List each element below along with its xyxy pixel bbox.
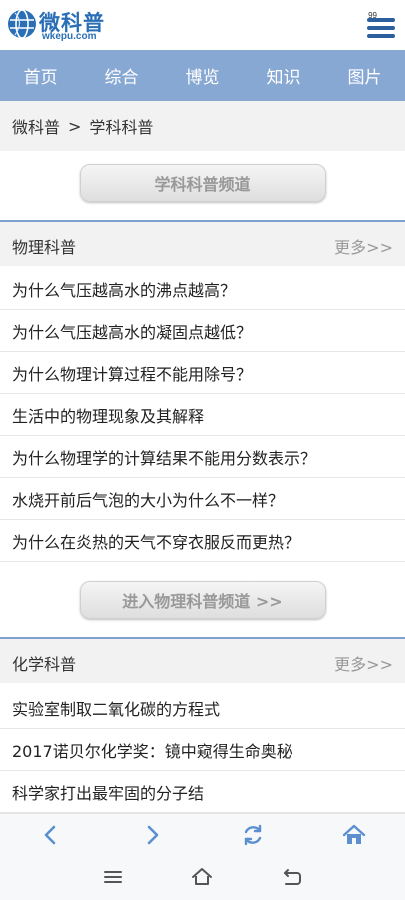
- refresh-icon: [244, 824, 262, 846]
- channel-button-row: 学科科普频道: [0, 164, 405, 202]
- site-logo[interactable]: 微科普 wkepu.com: [6, 6, 146, 44]
- system-nav-bar: [0, 855, 405, 900]
- menu-button[interactable]: [367, 18, 395, 40]
- chevron-right-icon: [147, 825, 159, 845]
- more-link[interactable]: 更多>>: [334, 234, 393, 258]
- more-link[interactable]: 更多>>: [334, 651, 393, 675]
- breadcrumb-separator: >: [68, 116, 82, 136]
- nav-item-general[interactable]: 综合: [99, 63, 145, 88]
- list-item[interactable]: 生活中的物理现象及其解释: [0, 394, 405, 436]
- breadcrumb-home-link[interactable]: 微科普: [12, 114, 60, 138]
- list-item[interactable]: 科学家打出最牢固的分子结: [0, 771, 405, 813]
- list-item[interactable]: 为什么气压越高水的凝固点越低？: [0, 310, 405, 352]
- globe-logo-icon: [8, 9, 36, 39]
- back-button[interactable]: [38, 822, 64, 848]
- list-item[interactable]: 为什么物理学的计算结果不能用分数表示？: [0, 436, 405, 478]
- site-header: 微科普 wkepu.com 99: [0, 0, 405, 50]
- chevron-left-icon: [44, 825, 56, 845]
- menu-line-icon: [367, 26, 395, 30]
- house-outline-icon: [192, 868, 212, 885]
- section-title: 物理科普: [12, 238, 77, 257]
- breadcrumb: 微科普 > 学科科普: [0, 101, 405, 151]
- list-item[interactable]: 实验室制取二氧化碳的方程式: [0, 687, 405, 729]
- enter-physics-channel-button[interactable]: 进入物理科普频道 >>: [79, 581, 326, 619]
- section-title: 化学科普: [12, 655, 77, 674]
- list-item[interactable]: 水烧开前后气泡的大小为什么不一样？: [0, 478, 405, 520]
- main-nav: 首页 综合 博览 知识 图片: [0, 50, 405, 101]
- recent-apps-button[interactable]: [101, 866, 125, 888]
- physics-article-list: 为什么气压越高水的沸点越高？ 为什么气压越高水的凝固点越低？ 为什么物理计算过程…: [0, 268, 405, 562]
- home-button[interactable]: [341, 822, 367, 848]
- chemistry-section-header: 化学科普 更多>>: [0, 637, 405, 683]
- nav-item-expo[interactable]: 博览: [180, 63, 226, 88]
- list-item[interactable]: 为什么气压越高水的沸点越高？: [0, 268, 405, 310]
- list-item[interactable]: 为什么在炎热的天气不穿衣服反而更热？: [0, 520, 405, 562]
- brand-domain: wkepu.com: [42, 31, 97, 42]
- menu-line-icon: [367, 18, 395, 22]
- browser-toolbar: [0, 813, 405, 855]
- channel-button[interactable]: 学科科普频道: [79, 164, 326, 202]
- system-back-button[interactable]: [280, 866, 304, 888]
- refresh-button[interactable]: [240, 822, 266, 848]
- nav-item-knowledge[interactable]: 知识: [261, 63, 307, 88]
- menu-line-icon: [367, 34, 395, 38]
- breadcrumb-current-link[interactable]: 学科科普: [89, 114, 153, 138]
- system-home-button[interactable]: [190, 866, 214, 888]
- nav-item-home[interactable]: 首页: [18, 63, 64, 88]
- home-icon: [342, 824, 366, 844]
- physics-section-header: 物理科普 更多>>: [0, 220, 405, 266]
- back-arrow-icon: [284, 869, 301, 885]
- physics-enter-row: 进入物理科普频道 >>: [0, 581, 405, 619]
- chemistry-article-list: 实验室制取二氧化碳的方程式 2017诺贝尔化学奖：镜中窥得生命奥秘 科学家打出最…: [0, 687, 405, 813]
- menu-icon: [104, 871, 122, 883]
- list-item[interactable]: 2017诺贝尔化学奖：镜中窥得生命奥秘: [0, 729, 405, 771]
- nav-item-pictures[interactable]: 图片: [342, 63, 388, 88]
- forward-button[interactable]: [139, 822, 165, 848]
- list-item[interactable]: 为什么物理计算过程不能用除号？: [0, 352, 405, 394]
